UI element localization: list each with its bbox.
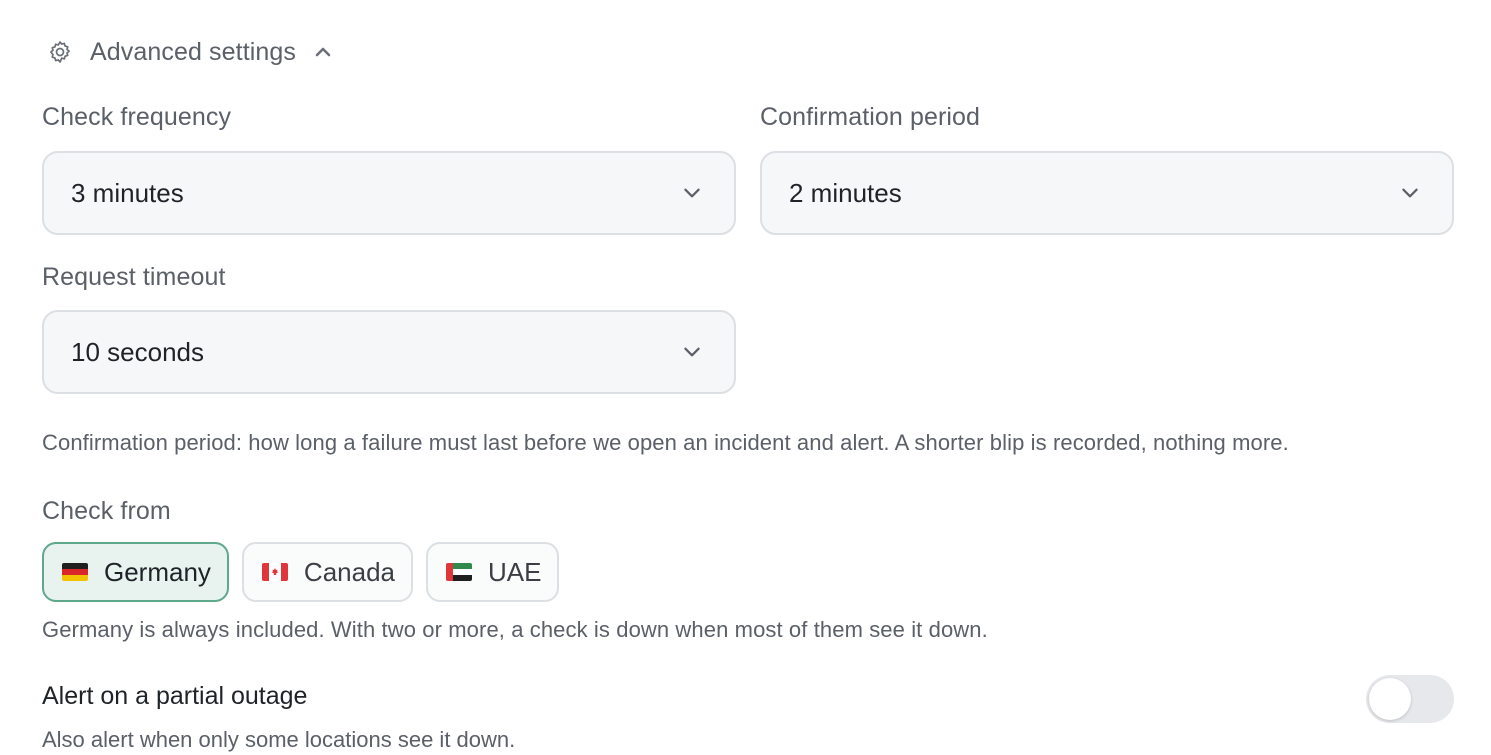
request-timeout-value: 10 seconds [71, 336, 204, 367]
toggle-knob [1369, 678, 1411, 720]
location-name: UAE [488, 556, 542, 587]
confirmation-period-value: 2 minutes [789, 177, 902, 208]
location-chip-germany[interactable]: Germany [42, 542, 229, 602]
location-chip-uae[interactable]: UAE [426, 542, 560, 602]
advanced-settings-title: Advanced settings [90, 37, 296, 66]
location-chips: Germany Canada UAE [42, 542, 560, 602]
chevron-down-icon [1398, 181, 1422, 205]
canada-flag-icon [261, 563, 288, 581]
location-chip-canada[interactable]: Canada [241, 542, 413, 602]
request-timeout-label: Request timeout [42, 263, 226, 291]
chevron-down-icon [680, 340, 704, 364]
germany-flag-icon [62, 563, 88, 581]
advanced-settings-page: Advanced settings Check frequency 3 minu… [0, 0, 1491, 755]
check-frequency-value: 3 minutes [71, 177, 184, 208]
check-frequency-select[interactable]: 3 minutes [42, 151, 736, 235]
confirmation-period-help: Confirmation period: how long a failure … [42, 430, 1289, 455]
chevron-down-icon [680, 181, 704, 205]
confirmation-period-label: Confirmation period [760, 103, 981, 131]
request-timeout-select[interactable]: 10 seconds [42, 310, 736, 394]
check-from-label: Check from [42, 497, 171, 525]
partial-outage-description: Also alert when only some locations see … [42, 727, 516, 752]
gear-icon [46, 38, 74, 66]
location-name: Germany [104, 556, 211, 587]
confirmation-period-select[interactable]: 2 minutes [760, 151, 1454, 235]
location-name: Canada [303, 556, 395, 587]
partial-outage-toggle[interactable] [1366, 675, 1454, 723]
check-from-help: Germany is always included. With two or … [42, 617, 988, 642]
chevron-up-icon [312, 41, 334, 63]
advanced-settings-toggle[interactable]: Advanced settings [46, 36, 334, 68]
uae-flag-icon [446, 563, 472, 581]
check-frequency-label: Check frequency [42, 103, 232, 131]
partial-outage-title: Alert on a partial outage [42, 682, 308, 710]
